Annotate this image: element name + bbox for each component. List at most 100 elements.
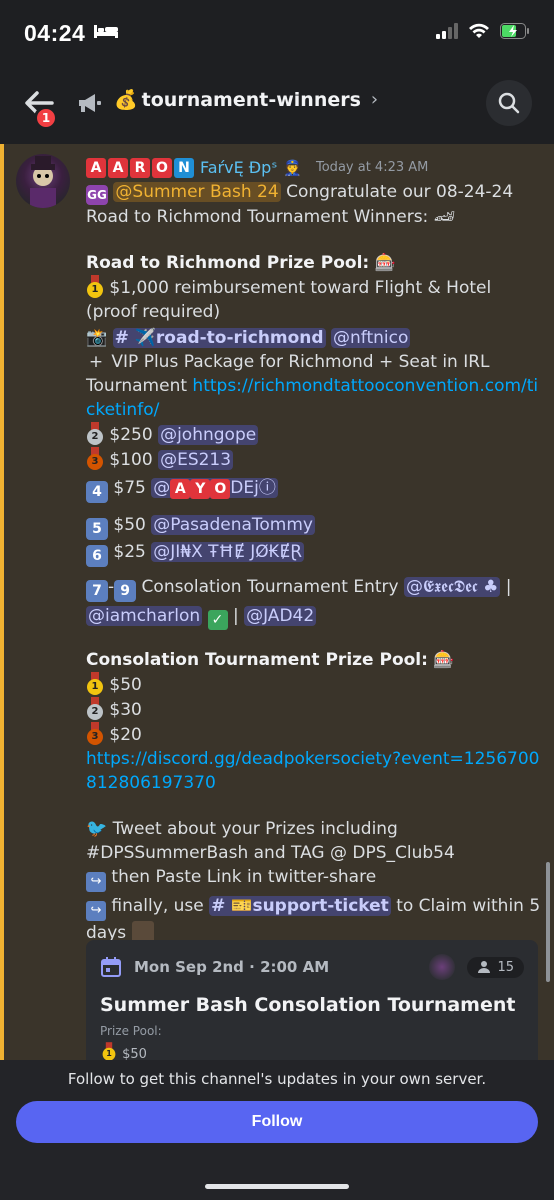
message: A A R O N FaŕvĘ Đpˢ 👮 Today at 4:23 AM G… — [86, 156, 542, 945]
wifi-icon — [468, 23, 490, 43]
first-place-text: $1,000 reimbursement toward Flight & Hot… — [86, 278, 492, 322]
megaphone-icon — [76, 91, 104, 115]
channel-header: 1 💰 tournament-winners › — [0, 66, 554, 144]
follow-prompt: Follow to get this channel's updates in … — [67, 1070, 487, 1088]
signal-icon — [436, 23, 458, 43]
event-subtitle: Prize Pool: — [100, 1024, 162, 1038]
third-place-line: 3 $100 @ES213 — [86, 447, 542, 472]
event-link[interactable]: https://discord.gg/deadpokersociety?even… — [86, 749, 540, 793]
first-place-line: 1 $1,000 reimbursement toward Flight & H… — [86, 275, 542, 324]
check-mark-icon: ✓ — [207, 610, 228, 630]
author-letter: A — [108, 158, 128, 178]
scrollbar[interactable] — [546, 862, 550, 982]
search-icon — [498, 92, 520, 114]
interested-count[interactable]: 15 — [467, 956, 524, 978]
role-mention[interactable]: @Summer Bash 24 — [113, 182, 281, 202]
return-arrow-icon: ↪ — [86, 901, 106, 921]
author-letter: N — [174, 158, 194, 178]
event-card-header: Mon Sep 2nd · 2:00 AM 15 — [100, 954, 524, 980]
twitter-channel[interactable]: twitter-share — [268, 867, 376, 887]
vip-line: + VIP Plus Package for Richmond + Seat i… — [86, 350, 542, 422]
follow-button[interactable]: Follow — [16, 1101, 538, 1143]
consolation-pool-title: Consolation Tournament Prize Pool: — [86, 650, 428, 670]
message-list[interactable]: A A R O N FaŕvĘ Đpˢ 👮 Today at 4:23 AM G… — [0, 144, 554, 1060]
channel-name: tournament-winners — [141, 88, 361, 111]
consolation-first-line: 1 $50 — [86, 672, 542, 697]
gold-medal-icon: 1 — [86, 275, 104, 298]
sixth-place-line: 6 $25 @JI₦X ŦĦɆ JØ₭ɆⱤ — [86, 540, 542, 567]
bronze-medal-icon: 3 — [86, 722, 104, 745]
winner-mention[interactable]: @JAD42 — [244, 606, 317, 626]
tweet-line: 🐦 Tweet about your Prizes including #DPS… — [86, 817, 542, 865]
consolation-pool-heading: Consolation Tournament Prize Pool: 🎰 — [86, 648, 542, 672]
bird-emoji: 🐦 — [86, 819, 108, 839]
keycap-six-icon: 6 — [86, 545, 108, 567]
search-button[interactable] — [486, 80, 532, 126]
slot-machine-emoji: 🎰 — [374, 253, 396, 273]
plus-icon: + — [88, 352, 104, 372]
winner-mention[interactable]: @ES213 — [158, 450, 234, 470]
silver-medal-icon: 2 — [86, 697, 104, 720]
second-place-line: 2 $250 @johngope — [86, 422, 542, 447]
status-bar: 04:24 — [0, 0, 554, 66]
gold-medal-icon: 1 — [86, 672, 104, 695]
bed-icon — [93, 23, 119, 43]
winner-mention[interactable]: @𝕰𝖝𝖊𝖈𝕯𝖊𝖈 ♣ — [404, 577, 501, 597]
battery-icon — [500, 23, 530, 43]
consolation-entry-text: Consolation Tournament Entry — [141, 577, 399, 597]
follow-footer: Follow to get this channel's updates in … — [0, 1060, 554, 1200]
slot-machine-emoji: 🎰 — [433, 650, 455, 670]
message-header: A A R O N FaŕvĘ Đpˢ 👮 Today at 4:23 AM — [86, 156, 542, 180]
road-to-richmond-channel-link[interactable]: # ✈️road-to-richmond — [112, 328, 326, 348]
sixth-amount: $25 — [113, 542, 146, 562]
winner-mention[interactable]: @PasadenaTommy — [151, 515, 315, 535]
author-letter: O — [152, 158, 172, 178]
paste-line: ↪ then Paste Link in twitter-share — [86, 865, 542, 892]
gold-medal-icon: 1 — [102, 1042, 116, 1060]
keycap-seven-icon: 7 — [86, 580, 108, 602]
keycap-four-icon: 4 — [86, 481, 108, 503]
bronze-medal-icon: 3 — [86, 447, 104, 470]
return-arrow-icon: ↪ — [86, 872, 106, 892]
fourth-place-line: 4 $75 @ A Y O DEjⓘ — [86, 476, 542, 503]
third-amount: $100 — [109, 450, 153, 470]
winner-mention[interactable]: @iamcharlon — [86, 606, 203, 626]
fourth-amount: $75 — [113, 478, 146, 498]
fifth-place-line: 5 $50 @PasadenaTommy — [86, 513, 542, 540]
event-host-avatar — [429, 954, 456, 980]
first-place-winner-line: 📸 # ✈️road-to-richmond @nftnico — [86, 326, 542, 350]
camera-emoji: 📸 — [86, 328, 108, 348]
support-ticket-channel-link[interactable]: # 🎫support-ticket — [209, 896, 391, 916]
event-link-line: https://discord.gg/deadpokersociety?even… — [86, 747, 542, 795]
keycap-nine-icon: 9 — [114, 580, 137, 602]
message-timestamp: Today at 4:23 AM — [316, 160, 429, 175]
claim-line: ↪ finally, use # 🎫support-ticket to Clai… — [86, 896, 541, 943]
winner-mention[interactable]: @ A Y O DEjⓘ — [151, 478, 278, 499]
author-name[interactable]: A A R O N FaŕvĘ Đpˢ — [86, 156, 277, 180]
event-date: Mon Sep 2nd · 2:00 AM — [134, 958, 330, 976]
silver-medal-icon: 2 — [86, 422, 104, 445]
people-icon — [478, 961, 491, 973]
fifth-amount: $50 — [113, 515, 146, 535]
event-prize: 1 $50 — [100, 1040, 524, 1060]
status-time: 04:24 — [24, 19, 86, 46]
status-icons — [436, 23, 530, 43]
event-card[interactable]: Mon Sep 2nd · 2:00 AM 15 Summer Bash Con… — [86, 940, 538, 1060]
author-suffix: FaŕvĘ Đpˢ — [200, 158, 278, 177]
keycap-five-icon: 5 — [86, 518, 108, 540]
tweet-text: Tweet about your Prizes including #DPSSu… — [86, 819, 455, 863]
second-amount: $250 — [109, 425, 153, 445]
consolation-second-line: 2 $30 — [86, 697, 542, 722]
mention-highlight-bar — [0, 144, 4, 1060]
club-suit-icon: ♣ — [483, 577, 499, 597]
channel-title[interactable]: 💰 tournament-winners › — [114, 88, 378, 112]
author-letter: R — [130, 158, 150, 178]
winner-mention[interactable]: @JI₦X ŦĦɆ JØ₭ɆⱤ — [151, 542, 305, 562]
winner-mention[interactable]: @nftnico — [331, 328, 411, 348]
author-badge-icon: 👮 — [283, 159, 302, 177]
event-title: Summer Bash Consolation Tournament — [100, 994, 516, 1016]
intro-line: GG @Summer Bash 24 Congratulate our 08-2… — [86, 180, 542, 229]
winner-mention[interactable]: @johngope — [158, 425, 259, 445]
home-indicator[interactable] — [205, 1184, 349, 1189]
author-avatar[interactable] — [16, 154, 70, 208]
